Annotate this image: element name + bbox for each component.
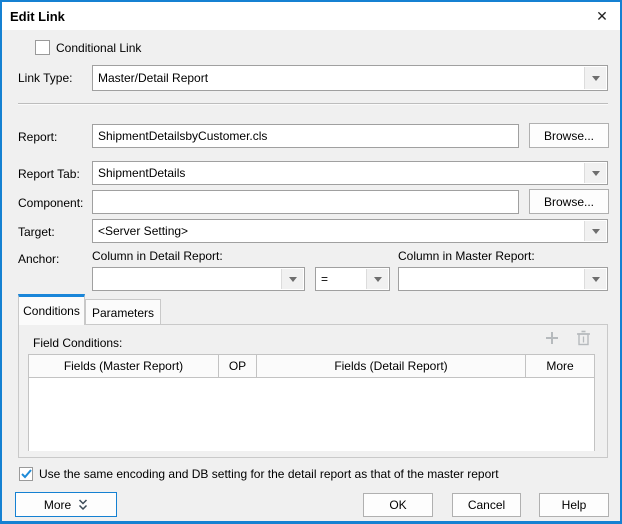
chevron-down-icon[interactable]	[584, 67, 606, 89]
report-input[interactable]	[92, 124, 519, 148]
field-conditions-table: Fields (Master Report) OP Fields (Detail…	[28, 354, 595, 451]
table-body[interactable]	[29, 378, 594, 451]
encoding-label: Use the same encoding and DB setting for…	[39, 467, 499, 482]
report-label: Report:	[18, 130, 57, 145]
title-bar: Edit Link ✕	[2, 2, 620, 30]
operator-dropdown[interactable]: =	[315, 267, 390, 291]
link-type-dropdown[interactable]: Master/Detail Report	[92, 65, 608, 91]
cancel-button[interactable]: Cancel	[452, 493, 521, 517]
component-label: Component:	[18, 196, 83, 211]
edit-link-dialog: Edit Link ✕ Conditional Link Link Type: …	[0, 0, 622, 524]
add-condition-icon[interactable]	[543, 329, 561, 347]
dialog-title: Edit Link	[10, 9, 65, 24]
chevron-down-icon[interactable]	[584, 221, 606, 241]
conditional-link-checkbox[interactable]	[35, 40, 50, 55]
conditions-panel: Field Conditions: Fields (Master Report)…	[18, 324, 608, 458]
link-type-value: Master/Detail Report	[93, 71, 213, 85]
component-browse-button[interactable]: Browse...	[529, 189, 609, 214]
anchor-label: Anchor:	[18, 252, 59, 267]
chevron-down-icon[interactable]	[584, 163, 606, 183]
column-header-fields-master[interactable]: Fields (Master Report)	[29, 355, 219, 377]
column-header-op[interactable]: OP	[219, 355, 257, 377]
more-button[interactable]: More	[15, 492, 117, 517]
encoding-checkbox[interactable]	[19, 467, 33, 481]
target-label: Target:	[18, 225, 55, 240]
operator-value: =	[316, 272, 333, 286]
link-type-label: Link Type:	[18, 71, 72, 86]
report-tab-dropdown[interactable]: ShipmentDetails	[92, 161, 608, 185]
delete-condition-icon[interactable]	[574, 329, 592, 347]
report-tab-value: ShipmentDetails	[93, 166, 190, 180]
report-tab-label: Report Tab:	[18, 167, 80, 182]
conditional-link-label: Conditional Link	[56, 41, 141, 56]
column-detail-dropdown[interactable]	[92, 267, 305, 291]
ok-button[interactable]: OK	[363, 493, 433, 517]
chevron-down-icon[interactable]	[366, 269, 388, 289]
close-icon[interactable]: ✕	[592, 6, 612, 26]
column-detail-label: Column in Detail Report:	[92, 249, 223, 264]
target-dropdown[interactable]: <Server Setting>	[92, 219, 608, 243]
field-conditions-label: Field Conditions:	[33, 336, 122, 351]
check-icon	[21, 469, 32, 479]
help-button[interactable]: Help	[539, 493, 609, 517]
tab-conditions[interactable]: Conditions	[18, 294, 85, 325]
column-header-more[interactable]: More	[526, 355, 594, 377]
chevron-down-icon[interactable]	[281, 269, 303, 289]
tab-parameters[interactable]: Parameters	[85, 299, 161, 325]
column-header-fields-detail[interactable]: Fields (Detail Report)	[257, 355, 526, 377]
chevron-down-icon[interactable]	[584, 269, 606, 289]
report-browse-button[interactable]: Browse...	[529, 123, 609, 148]
column-master-dropdown[interactable]	[398, 267, 608, 291]
component-input[interactable]	[92, 190, 519, 214]
target-value: <Server Setting>	[93, 224, 193, 238]
table-header-row: Fields (Master Report) OP Fields (Detail…	[29, 355, 594, 378]
separator	[18, 103, 608, 104]
double-chevron-down-icon	[78, 499, 88, 511]
column-master-label: Column in Master Report:	[398, 249, 535, 264]
